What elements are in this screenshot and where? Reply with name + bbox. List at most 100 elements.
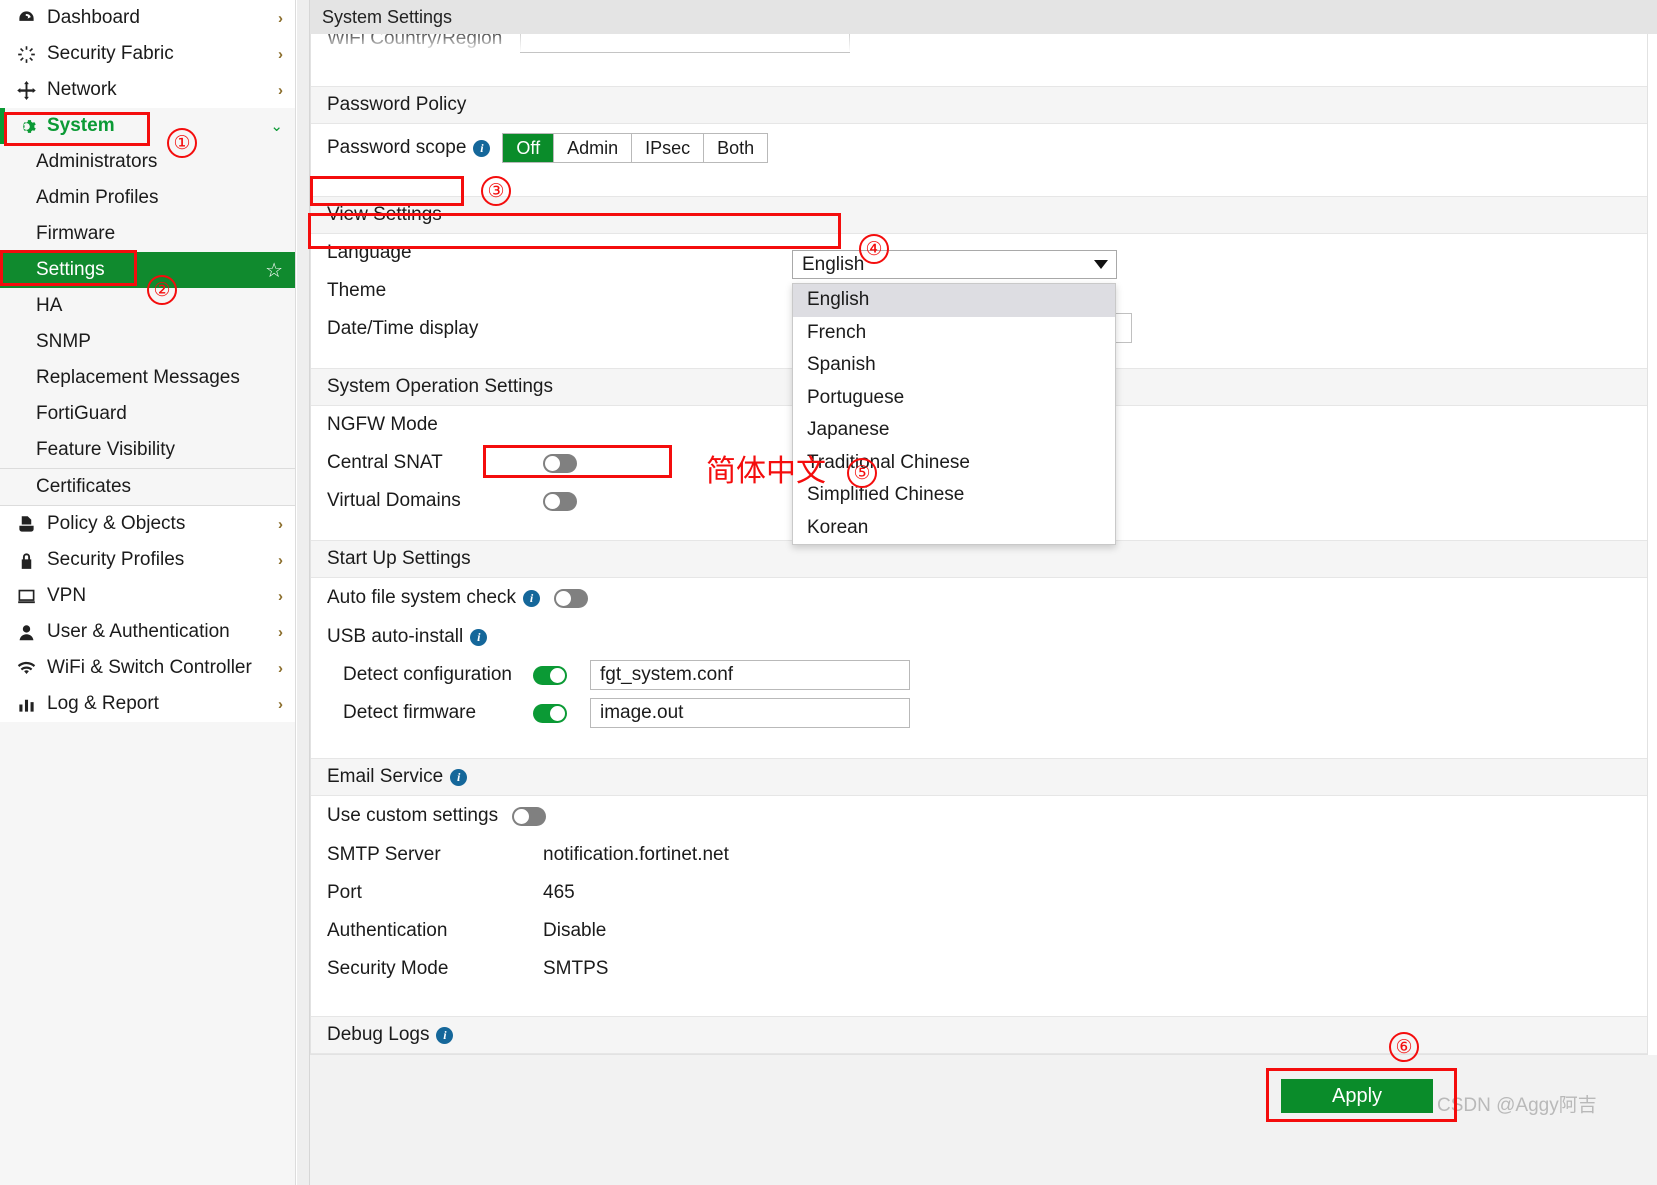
annotation-marker-2: ② (147, 275, 177, 305)
chevron-right-icon: › (278, 45, 283, 63)
language-option-english[interactable]: English (793, 284, 1115, 317)
central-snat-toggle[interactable] (543, 453, 577, 473)
auto-file-system-check-toggle[interactable] (554, 588, 589, 608)
detect-firmware-input[interactable]: image.out (590, 698, 910, 728)
sidebar-item-label: Log & Report (47, 693, 159, 714)
language-option-korean[interactable]: Korean (793, 512, 1115, 545)
info-icon[interactable]: i (450, 768, 468, 786)
password-scope-label: Password scope (327, 137, 467, 158)
sidebar-item-firmware[interactable]: Firmware (0, 216, 295, 252)
language-option-french[interactable]: French (793, 317, 1115, 350)
scope-option-ipsec[interactable]: IPsec (632, 134, 705, 162)
watermark: CSDN @Aggy阿吉 (1437, 1095, 1597, 1116)
annotation-marker-3: ③ (481, 176, 511, 206)
sidebar-item-user-authentication[interactable]: User & Authentication › (0, 614, 295, 650)
language-option-portuguese[interactable]: Portuguese (793, 382, 1115, 415)
sidebar-item-label: Firmware (36, 223, 116, 244)
gear-icon (14, 117, 38, 136)
detect-firmware-toggle[interactable] (533, 703, 567, 723)
section-email-service: Email Service i (311, 758, 1647, 796)
virtual-domains-toggle[interactable] (543, 491, 577, 511)
sidebar-item-policy-objects[interactable]: Policy & Objects › (0, 506, 295, 542)
ngfw-mode-label: NGFW Mode (327, 414, 438, 435)
sidebar-item-feature-visibility[interactable]: Feature Visibility (0, 432, 295, 468)
sidebar-item-system[interactable]: System ⌄ (0, 108, 295, 144)
detect-firmware-label: Detect firmware (343, 702, 477, 723)
detect-configuration-row: Detect configuration fgt_system.conf (311, 656, 1647, 694)
security-mode-value: SMTPS (543, 958, 609, 979)
language-option-japanese[interactable]: Japanese (793, 414, 1115, 447)
datetime-label: Date/Time display (327, 318, 479, 339)
detect-configuration-toggle[interactable] (533, 665, 567, 685)
annotation-chinese-note: 简体中文 (706, 454, 826, 489)
page-title-bar: System Settings (310, 0, 1657, 34)
info-icon[interactable]: i (436, 1026, 454, 1044)
info-icon[interactable]: i (473, 139, 491, 157)
page-title: System Settings (322, 6, 453, 27)
section-debug-logs: Debug Logs i (311, 1016, 1647, 1054)
lock-icon (14, 551, 38, 570)
annotation-marker-4: ④ (859, 234, 889, 264)
sidebar-item-fortiguard[interactable]: FortiGuard (0, 396, 295, 432)
annotation-marker-5: ⑤ (847, 458, 877, 488)
authentication-label: Authentication (327, 920, 448, 941)
detect-firmware-row: Detect firmware image.out (311, 694, 1647, 732)
usb-auto-install-label: USB auto-install (327, 626, 464, 647)
sidebar-item-label: SNMP (36, 331, 91, 352)
language-option-traditional-chinese[interactable]: Traditional Chinese (793, 447, 1115, 480)
sidebar-item-security-profiles[interactable]: Security Profiles › (0, 542, 295, 578)
sidebar-item-wifi-switch-controller[interactable]: WiFi & Switch Controller › (0, 650, 295, 686)
scope-option-both[interactable]: Both (704, 134, 768, 162)
annotation-marker-6: ⑥ (1389, 1032, 1419, 1062)
scroll-fade (311, 34, 1647, 52)
scope-option-admin[interactable]: Admin (554, 134, 633, 162)
sidebar-item-label: HA (36, 295, 63, 316)
sidebar-item-security-fabric[interactable]: Security Fabric › (0, 36, 295, 72)
language-option-simplified-chinese[interactable]: Simplified Chinese (793, 479, 1115, 512)
chevron-down-icon (1094, 260, 1108, 269)
scope-option-off[interactable]: Off (503, 134, 555, 162)
chevron-right-icon: › (278, 587, 283, 605)
language-dropdown-menu[interactable]: English French Spanish Portuguese Japane… (792, 283, 1116, 545)
sidebar-item-label: Dashboard (47, 7, 140, 28)
sidebar-item-admin-profiles[interactable]: Admin Profiles (0, 180, 295, 216)
section-title: Email Service (327, 766, 444, 787)
password-scope-segmented[interactable]: Off Admin IPsec Both (502, 133, 769, 163)
footer-bar (310, 1055, 1657, 1185)
sidebar-item-label: WiFi & Switch Controller (47, 657, 252, 678)
sidebar-item-label: VPN (47, 585, 87, 606)
section-start-up-settings: Start Up Settings (311, 540, 1647, 578)
apply-button[interactable]: Apply (1281, 1079, 1433, 1113)
section-title: System Operation Settings (327, 376, 553, 397)
sidebar-item-label: Settings (36, 259, 105, 280)
wifi-icon (14, 659, 38, 678)
sidebar-item-network[interactable]: Network › (0, 72, 295, 108)
chevron-right-icon: › (278, 81, 283, 99)
section-password-policy: Password Policy (311, 86, 1647, 124)
use-custom-settings-label: Use custom settings (327, 805, 499, 826)
sidebar-item-label: Network (47, 79, 117, 100)
content-scroll-track[interactable] (297, 0, 310, 1185)
sidebar-item-certificates[interactable]: Certificates (0, 469, 295, 505)
use-custom-settings-row: Use custom settings (311, 796, 1647, 836)
sidebar: Dashboard › Security Fabric › Network › … (0, 0, 296, 1185)
info-icon[interactable]: i (523, 589, 541, 607)
theme-label: Theme (327, 280, 387, 301)
sidebar-item-administrators[interactable]: Administrators (0, 144, 295, 180)
sidebar-item-dashboard[interactable]: Dashboard › (0, 0, 295, 36)
sidebar-item-label: Replacement Messages (36, 367, 240, 388)
sidebar-item-label: Security Profiles (47, 549, 185, 570)
chevron-right-icon: › (278, 623, 283, 641)
use-custom-settings-toggle[interactable] (512, 806, 547, 826)
star-icon[interactable]: ☆ (265, 258, 283, 283)
info-icon[interactable]: i (470, 628, 488, 646)
sidebar-item-log-report[interactable]: Log & Report › (0, 686, 295, 722)
detect-configuration-input[interactable]: fgt_system.conf (590, 660, 910, 690)
detect-configuration-label: Detect configuration (343, 664, 512, 685)
port-value: 465 (543, 882, 575, 903)
language-select[interactable]: English (792, 250, 1117, 279)
sidebar-item-snmp[interactable]: SNMP (0, 324, 295, 360)
sidebar-item-replacement-messages[interactable]: Replacement Messages (0, 360, 295, 396)
language-option-spanish[interactable]: Spanish (793, 349, 1115, 382)
sidebar-item-vpn[interactable]: VPN › (0, 578, 295, 614)
